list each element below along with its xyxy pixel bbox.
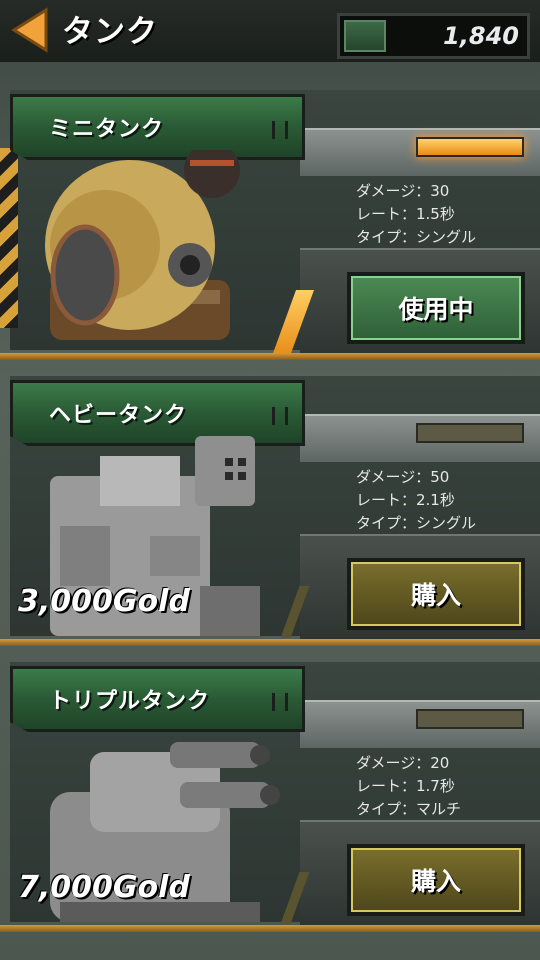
tank-stats: ダメージ：50 レート：2.1秒 タイプ：シングル <box>356 466 476 535</box>
in-use-button[interactable]: 使用中 <box>347 272 525 344</box>
stat-damage: ダメージ：30 <box>356 182 450 200</box>
card-divider <box>0 639 540 646</box>
rate-bar <box>416 423 524 443</box>
tank-card-triple: トリプルタンク 7,000Gold ダメージ：20 レート：1.7秒 タイプ：マ… <box>0 652 540 932</box>
stat-type: タイプ：シングル <box>356 228 477 246</box>
tank-name: ミニタンク <box>49 117 165 142</box>
top-bar: タンク 1,840 <box>0 0 540 62</box>
back-button[interactable] <box>6 6 52 54</box>
stat-type: タイプ：マルチ <box>356 800 462 818</box>
tank-stats: ダメージ：30 レート：1.5秒 タイプ：シングル <box>356 180 476 249</box>
hazard-stripes <box>0 148 18 328</box>
stat-rate: レート：1.5秒 <box>356 205 455 223</box>
tank-stats: ダメージ：20 レート：1.7秒 タイプ：マルチ <box>356 752 461 821</box>
plate-grip-icon <box>272 121 288 139</box>
stat-rate: レート：2.1秒 <box>356 491 455 509</box>
tank-price: 7,000Gold <box>18 870 190 905</box>
gold-currency-icon <box>344 20 386 52</box>
gold-amount: 1,840 <box>443 22 519 50</box>
buy-button[interactable]: 購入 <box>347 558 525 630</box>
plate-grip-icon <box>272 407 288 425</box>
tank-name: トリプルタンク <box>49 689 211 714</box>
gold-counter: 1,840 <box>337 13 530 59</box>
stat-type: タイプ：シングル <box>356 514 477 532</box>
buy-button[interactable]: 購入 <box>347 844 525 916</box>
screen-title: タンク <box>62 14 158 50</box>
mini-tank-image <box>45 150 240 340</box>
tank-price: 3,000Gold <box>18 584 190 619</box>
rate-bar <box>416 709 524 729</box>
stat-damage: ダメージ：50 <box>356 468 450 486</box>
card-divider <box>0 353 540 360</box>
stat-damage: ダメージ：20 <box>356 754 450 772</box>
plate-grip-icon <box>272 693 288 711</box>
rate-bar <box>416 137 524 157</box>
back-arrow-icon <box>11 7 48 53</box>
card-divider <box>0 925 540 932</box>
tank-card-mini: ミニタンク ダメージ：30 レート：1.5秒 タイプ：シングル 使用中 <box>0 80 540 360</box>
tank-card-heavy: ヘビータンク 3,000Gold ダメージ：50 レート：2.1秒 タイプ：シン… <box>0 366 540 646</box>
tank-name: ヘビータンク <box>49 403 188 428</box>
stat-rate: レート：1.7秒 <box>356 777 455 795</box>
